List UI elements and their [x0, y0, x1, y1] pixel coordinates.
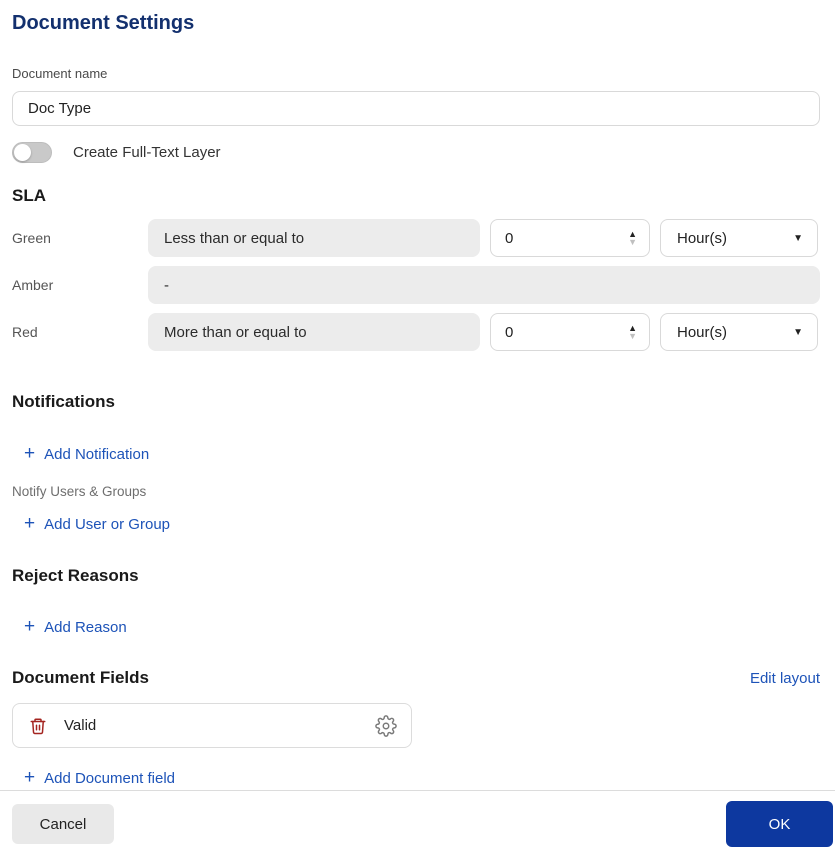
gear-icon[interactable]: [375, 714, 397, 737]
plus-icon: +: [24, 616, 36, 637]
sla-green-value: 0: [505, 229, 514, 247]
document-field-row: Valid: [12, 703, 412, 748]
full-text-toggle-label: Create Full-Text Layer: [73, 143, 221, 161]
document-name-input[interactable]: [12, 91, 820, 126]
sla-red-value-input[interactable]: 0 ▲ ▼: [490, 313, 650, 351]
add-reason-label: Add Reason: [44, 618, 127, 636]
page-title: Document Settings: [12, 12, 195, 34]
document-settings-panel: Document Settings Document name Create F…: [0, 10, 835, 787]
reject-reasons-heading: Reject Reasons: [12, 566, 139, 585]
sla-red-label: Red: [12, 324, 38, 340]
sla-row-red: Red More than or equal to 0 ▲ ▼ Hour(s) …: [12, 313, 820, 351]
sla-green-value-input[interactable]: 0 ▲ ▼: [490, 219, 650, 257]
sla-amber-condition-display: -: [148, 266, 820, 304]
chevron-down-icon: ▼: [793, 326, 803, 338]
sla-amber-condition-value: -: [164, 276, 169, 294]
sla-red-condition-select: More than or equal to: [148, 313, 480, 351]
document-fields-heading: Document Fields: [12, 668, 149, 687]
cancel-button[interactable]: Cancel: [12, 804, 114, 844]
add-reason-button[interactable]: + Add Reason: [24, 616, 127, 637]
full-text-toggle[interactable]: [12, 141, 52, 163]
sla-green-unit-select[interactable]: Hour(s) ▼: [660, 219, 818, 257]
sla-green-spinners: ▲ ▼: [628, 230, 637, 247]
sla-red-unit-select[interactable]: Hour(s) ▼: [660, 313, 818, 351]
spinner-down-icon[interactable]: ▼: [628, 238, 637, 247]
sla-red-spinners: ▲ ▼: [628, 324, 637, 341]
add-document-field-button[interactable]: + Add Document field: [24, 767, 176, 788]
plus-icon: +: [24, 513, 36, 534]
sla-green-label: Green: [12, 230, 51, 246]
add-document-field-label: Add Document field: [44, 769, 176, 787]
full-text-toggle-row: Create Full-Text Layer: [12, 141, 820, 163]
sla-row-amber: Amber -: [12, 266, 820, 304]
add-notification-button[interactable]: + Add Notification: [24, 443, 150, 464]
add-user-or-group-button[interactable]: + Add User or Group: [24, 513, 170, 534]
notifications-heading: Notifications: [12, 392, 115, 411]
sla-green-condition-value: Less than or equal to: [164, 229, 305, 247]
plus-icon: +: [24, 767, 36, 788]
add-notification-label: Add Notification: [44, 445, 150, 463]
sla-red-condition-value: More than or equal to: [164, 323, 307, 341]
edit-layout-link[interactable]: Edit layout: [750, 670, 820, 687]
trash-icon[interactable]: [29, 716, 47, 736]
add-user-or-group-label: Add User or Group: [44, 515, 170, 533]
ok-button[interactable]: OK: [726, 801, 833, 847]
dialog-footer: Cancel OK: [0, 790, 835, 847]
toggle-knob-icon: [14, 143, 31, 161]
sla-heading: SLA: [12, 186, 46, 205]
document-fields-header: Document Fields Edit layout: [12, 667, 820, 689]
sla-red-unit-value: Hour(s): [677, 323, 728, 341]
spinner-down-icon[interactable]: ▼: [628, 332, 637, 341]
sla-green-unit-value: Hour(s): [677, 229, 728, 247]
document-name-label: Document name: [12, 66, 108, 81]
sla-red-value: 0: [505, 323, 514, 341]
plus-icon: +: [24, 443, 36, 464]
sla-row-green: Green Less than or equal to 0 ▲ ▼ Hour(s…: [12, 219, 820, 257]
document-field-name: Valid: [64, 717, 97, 734]
notify-users-groups-label: Notify Users & Groups: [12, 484, 147, 499]
sla-amber-label: Amber: [12, 277, 54, 293]
chevron-down-icon: ▼: [793, 232, 803, 244]
sla-green-condition-select: Less than or equal to: [148, 219, 480, 257]
